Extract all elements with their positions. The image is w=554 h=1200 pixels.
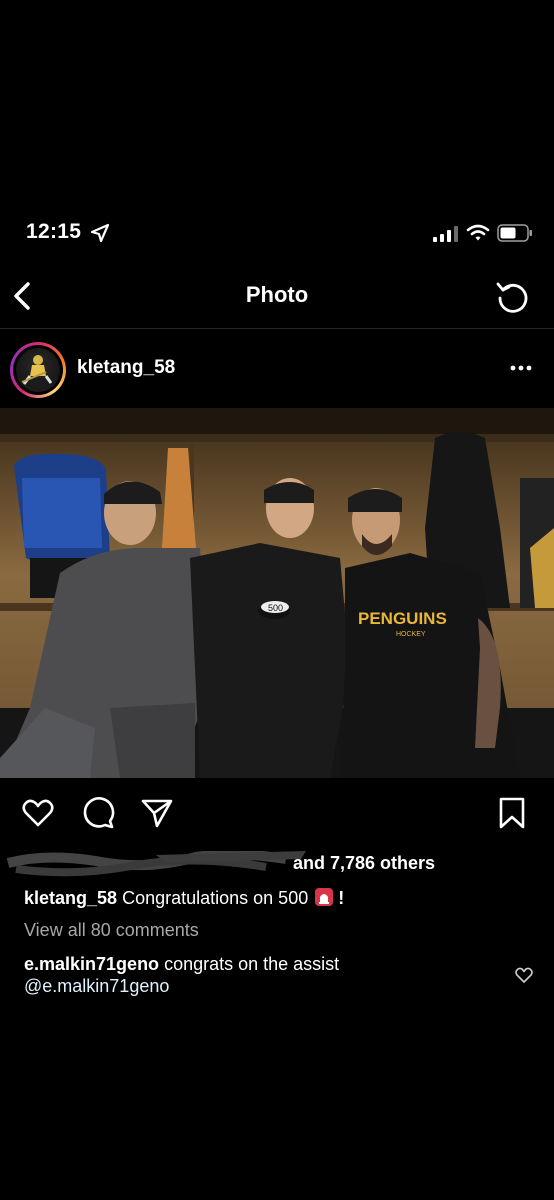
status-bar: 12:15 <box>0 216 554 250</box>
rotating-light-emoji <box>315 888 334 906</box>
comment-item: e.malkin71geno congrats on the assist @e… <box>24 953 494 997</box>
puck-label: 500 <box>268 603 283 613</box>
more-options-button[interactable] <box>506 358 536 378</box>
post-photo[interactable]: 500 PENGUINS HOCKEY <box>0 408 554 778</box>
refresh-button[interactable] <box>494 278 532 316</box>
comment-button[interactable] <box>81 796 115 830</box>
bookmark-icon <box>499 797 525 829</box>
like-button[interactable] <box>21 796 55 830</box>
save-button[interactable] <box>495 796 529 830</box>
post-caption: kletang_58 Congratulations on 500 ! <box>24 887 534 909</box>
refresh-icon <box>496 282 528 313</box>
view-all-comments-link[interactable]: View all 80 comments <box>24 920 199 941</box>
battery-icon <box>497 224 532 242</box>
heart-icon <box>515 967 533 983</box>
comment-username[interactable]: e.malkin71geno <box>24 954 159 974</box>
cellular-signal-icon <box>433 226 458 242</box>
caption-suffix: ! <box>338 888 345 908</box>
likes-count: and 7,786 others <box>293 853 436 873</box>
heart-icon <box>22 799 54 827</box>
nav-divider <box>0 328 554 329</box>
paper-plane-icon <box>141 799 173 828</box>
caption-username[interactable]: kletang_58 <box>24 888 117 908</box>
comment-like-button[interactable] <box>514 965 534 985</box>
comment-mention[interactable]: @e.malkin71geno <box>24 976 169 996</box>
caption-text: Congratulations on 500 <box>122 888 309 908</box>
hockey-player-image <box>16 355 60 392</box>
more-horizontal-icon <box>510 365 532 371</box>
wifi-icon <box>466 224 490 241</box>
locker-room-photo: 500 PENGUINS HOCKEY <box>0 408 554 778</box>
post-header: kletang_58 <box>0 336 554 402</box>
action-bar <box>0 796 554 832</box>
jersey-subtext: HOCKEY <box>396 631 426 638</box>
page-title: Photo <box>245 282 309 307</box>
comment-text: congrats on the assist <box>164 954 340 974</box>
story-ring[interactable] <box>10 342 66 398</box>
avatar-image <box>16 348 60 392</box>
avatar <box>13 345 63 395</box>
comment-icon <box>83 797 115 829</box>
location-arrow-icon <box>90 223 110 243</box>
post-username[interactable]: kletang_58 <box>77 357 175 379</box>
redacted-likers-scribble <box>6 851 306 877</box>
likes-row[interactable]: and 7,786 others <box>0 851 554 877</box>
jersey-text: PENGUINS <box>358 609 447 628</box>
status-time: 12:15 <box>26 220 82 243</box>
share-button[interactable] <box>140 796 174 830</box>
navigation-bar: Photo <box>0 268 554 326</box>
